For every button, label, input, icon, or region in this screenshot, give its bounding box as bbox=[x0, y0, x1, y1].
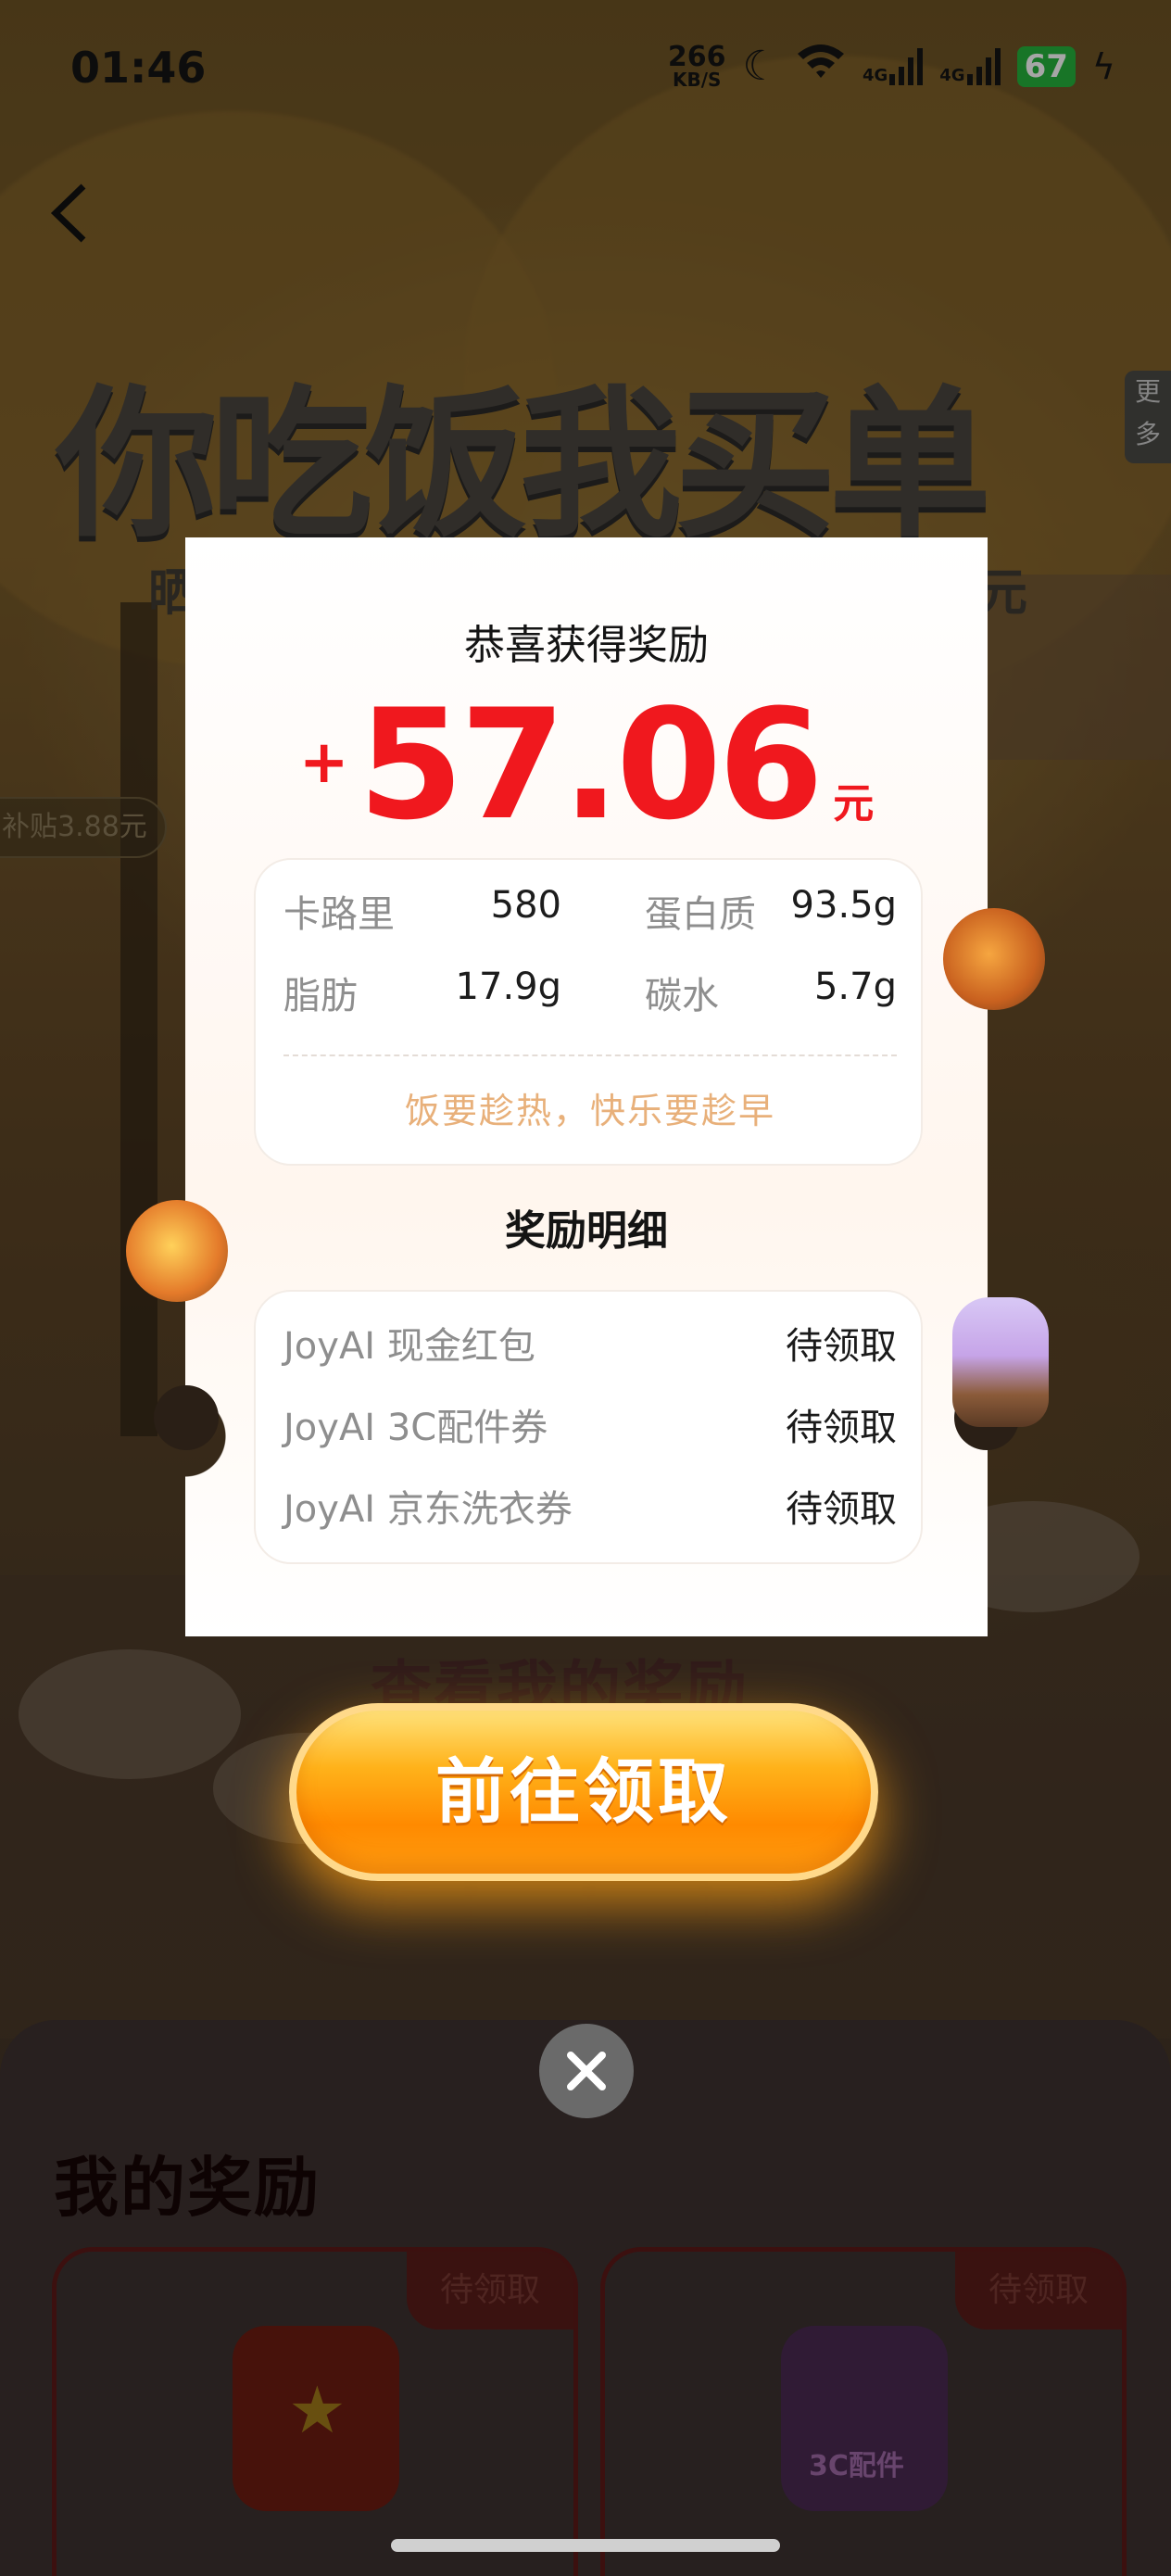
list-item: JoyAI 现金红包 待领取 bbox=[283, 1316, 897, 1371]
amount-value: 57.06 bbox=[358, 676, 824, 853]
close-button[interactable] bbox=[539, 2024, 634, 2118]
reward-status: 待领取 bbox=[786, 1407, 897, 1449]
fat-label: 脂肪 bbox=[283, 975, 358, 1017]
reward-name: JoyAI 京东洗衣券 bbox=[283, 1488, 573, 1531]
carbs-value: 5.7g bbox=[813, 966, 897, 1008]
slogan: 饭要趁热，快乐要趁早 bbox=[404, 1091, 775, 1131]
ticket-notch bbox=[154, 1385, 219, 1450]
reward-detail-list: JoyAI 现金红包 待领取 JoyAI 3C配件券 待领取 JoyAI 京东洗… bbox=[254, 1290, 923, 1564]
amount-unit: 元 bbox=[833, 780, 875, 827]
nutrition-row: 卡路里 580 蛋白质 93.5g bbox=[283, 884, 897, 940]
nutrition-card: 卡路里 580 蛋白质 93.5g 脂肪 17.9g 碳水 5.7g 饭要趁热，… bbox=[254, 858, 923, 1166]
carbs-label: 碳水 bbox=[645, 975, 719, 1017]
list-item: JoyAI 3C配件券 待领取 bbox=[283, 1397, 897, 1453]
list-item: JoyAI 京东洗衣券 待领取 bbox=[283, 1479, 897, 1534]
claim-button[interactable]: 前往领取 bbox=[289, 1703, 878, 1881]
amount-sign: + bbox=[298, 728, 349, 797]
protein-value: 93.5g bbox=[790, 884, 897, 927]
calories-label: 卡路里 bbox=[283, 893, 395, 936]
fried-chicken-icon bbox=[943, 908, 1045, 1010]
bubble-tea-icon bbox=[952, 1297, 1049, 1427]
reward-detail-title: 奖励明细 bbox=[505, 1207, 668, 1255]
close-icon bbox=[567, 2052, 606, 2090]
reward-modal: 恭喜获得奖励 +57.06 元 卡路里 580 蛋白质 93.5g 脂肪 17.9… bbox=[185, 524, 988, 1650]
congrats-title: 恭喜获得奖励 bbox=[464, 622, 709, 669]
reward-amount: +57.06 元 bbox=[185, 676, 988, 853]
fat-value: 17.9g bbox=[455, 966, 561, 1008]
reward-status: 待领取 bbox=[786, 1325, 897, 1368]
reward-name: JoyAI 3C配件券 bbox=[283, 1407, 548, 1449]
calories-value: 580 bbox=[490, 884, 561, 927]
reward-name: JoyAI 现金红包 bbox=[283, 1325, 535, 1368]
reward-status: 待领取 bbox=[786, 1488, 897, 1531]
home-indicator[interactable] bbox=[391, 2539, 780, 2552]
taco-icon bbox=[126, 1200, 228, 1302]
nutrition-row: 脂肪 17.9g 碳水 5.7g bbox=[283, 966, 897, 1021]
divider bbox=[283, 1054, 897, 1056]
